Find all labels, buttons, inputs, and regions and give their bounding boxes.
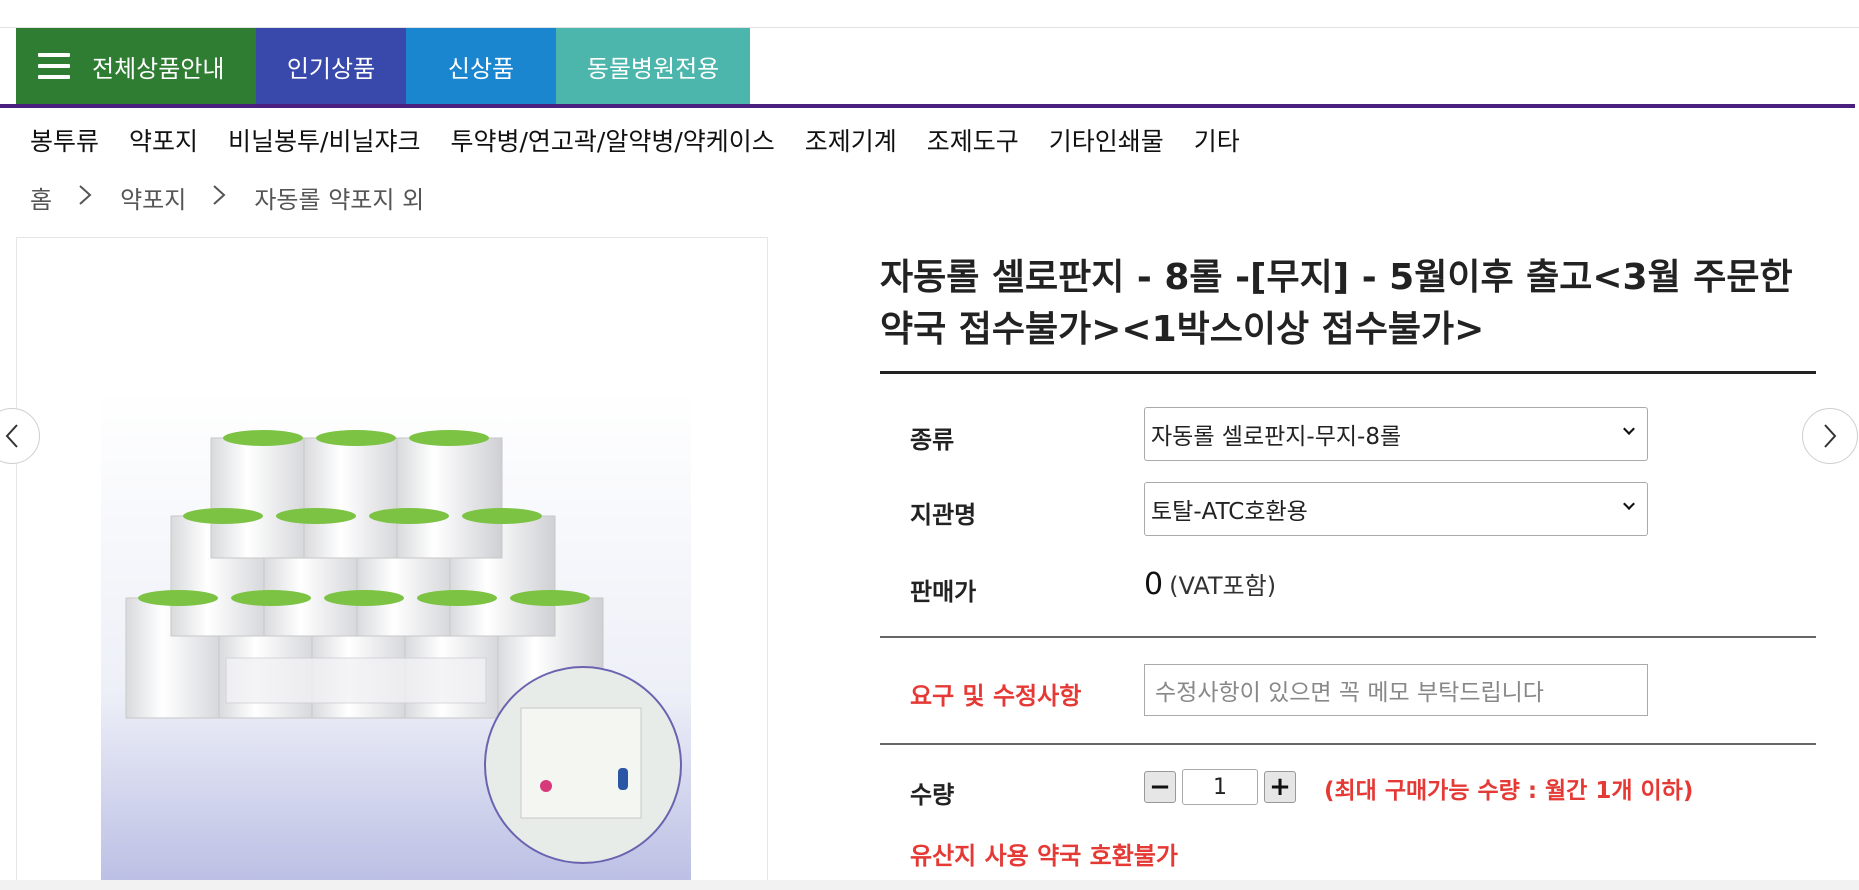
quantity-plus-button[interactable]: + <box>1264 771 1296 803</box>
chevron-left-icon <box>5 424 18 448</box>
quantity-label: 수량 <box>910 781 955 809</box>
nav-vet-only-label: 동물병원전용 <box>586 54 720 83</box>
option-type-label: 종류 <box>910 426 955 454</box>
category-item-vinyl-bags[interactable]: 비닐봉투/비닐쟈크 <box>228 122 420 158</box>
category-item-printed[interactable]: 기타인쇄물 <box>1049 122 1164 158</box>
request-input[interactable]: 수정사항이 있으면 꼭 메모 부탁드립니다 <box>1144 664 1648 716</box>
category-item-etc[interactable]: 기타 <box>1194 122 1240 158</box>
option-type-value: 자동롤 셀로판지-무지-8롤 <box>1151 424 1402 450</box>
chevron-right-icon <box>212 184 226 212</box>
category-item-bottles-cases[interactable]: 투약병/연고곽/알약병/약케이스 <box>450 122 774 158</box>
price-vat-note: (VAT포함) <box>1169 572 1277 600</box>
quantity-input[interactable]: 1 <box>1182 769 1258 805</box>
breadcrumb-home[interactable]: 홈 <box>30 180 52 215</box>
option-type-row: 종류 자동롤 셀로판지-무지-8롤 <box>880 407 1816 463</box>
price-value: 0 <box>1144 567 1164 602</box>
quantity-minus-button[interactable]: − <box>1144 771 1176 803</box>
price-label: 판매가 <box>910 578 977 606</box>
menu-icon <box>38 53 70 79</box>
price-value-group: 0 (VAT포함) <box>1144 566 1276 602</box>
top-strip <box>0 0 1859 28</box>
nav-all-products-label: 전체상품안내 <box>92 54 225 83</box>
page: 전체상품안내 인기상품 신상품 동물병원전용 봉투류 약포지 비닐봉투/비닐쟈크… <box>0 0 1859 890</box>
title-divider <box>880 371 1816 374</box>
main-nav: 전체상품안내 인기상품 신상품 동물병원전용 <box>16 28 750 104</box>
price-row: 판매가 0 (VAT포함) <box>880 566 1816 606</box>
quantity-value: 1 <box>1213 774 1227 800</box>
category-menu: 봉투류 약포지 비닐봉투/비닐쟈크 투약병/연고곽/알약병/약케이스 조제기계 … <box>30 122 1270 158</box>
nav-new[interactable]: 신상품 <box>406 28 556 104</box>
breadcrumb-level2[interactable]: 자동롤 약포지 외 <box>254 180 424 215</box>
quantity-row: 수량 − 1 + (최대 구매가능 수량 : 월간 1개 이하) <box>880 767 1816 809</box>
product-title: 자동롤 셀로판지 - 8롤 -[무지] - 5월이후 출고<3월 주문한약국 접… <box>880 257 1793 350</box>
option-tube-row: 지관명 토탈-ATC호환용 <box>880 482 1816 538</box>
quantity-limit-note: (최대 구매가능 수량 : 월간 1개 이하) <box>1324 778 1694 804</box>
product-image <box>101 388 691 890</box>
breadcrumb: 홈 약포지 자동롤 약포지 외 <box>30 180 424 215</box>
nav-divider-bar <box>0 104 1855 108</box>
option-type-select[interactable]: 자동롤 셀로판지-무지-8롤 <box>1144 407 1648 461</box>
request-placeholder: 수정사항이 있으면 꼭 메모 부탁드립니다 <box>1155 680 1544 706</box>
nav-popular[interactable]: 인기상품 <box>256 28 406 104</box>
nav-all-products[interactable]: 전체상품안내 <box>16 28 256 104</box>
breadcrumb-level1[interactable]: 약포지 <box>120 180 186 215</box>
option-tube-label: 지관명 <box>910 501 977 529</box>
option-tube-value: 토탈-ATC호환용 <box>1151 499 1308 525</box>
category-item-envelopes[interactable]: 봉투류 <box>30 122 99 158</box>
minus-icon: − <box>1149 772 1171 802</box>
category-item-machines[interactable]: 조제기계 <box>805 122 897 158</box>
nav-popular-label: 인기상품 <box>286 54 376 83</box>
plus-icon: + <box>1269 772 1291 802</box>
bottom-strip <box>0 880 1859 890</box>
nav-new-label: 신상품 <box>447 54 515 83</box>
product-image-panel <box>16 237 768 890</box>
category-item-tools[interactable]: 조제도구 <box>927 122 1019 158</box>
option-tube-select[interactable]: 토탈-ATC호환용 <box>1144 482 1648 536</box>
compatibility-warning: 유산지 사용 약국 호환불가 <box>910 842 1178 870</box>
section-divider <box>880 743 1816 745</box>
nav-vet-only[interactable]: 동물병원전용 <box>556 28 750 104</box>
category-item-medicine-paper[interactable]: 약포지 <box>129 122 198 158</box>
section-divider <box>880 636 1816 638</box>
chevron-down-icon <box>1623 423 1635 435</box>
request-row: 요구 및 수정사항 수정사항이 있으면 꼭 메모 부탁드립니다 <box>880 664 1816 718</box>
request-label: 요구 및 수정사항 <box>910 682 1082 710</box>
chevron-down-icon <box>1623 498 1635 510</box>
chevron-right-icon <box>78 184 92 212</box>
chevron-right-icon <box>1824 424 1837 448</box>
